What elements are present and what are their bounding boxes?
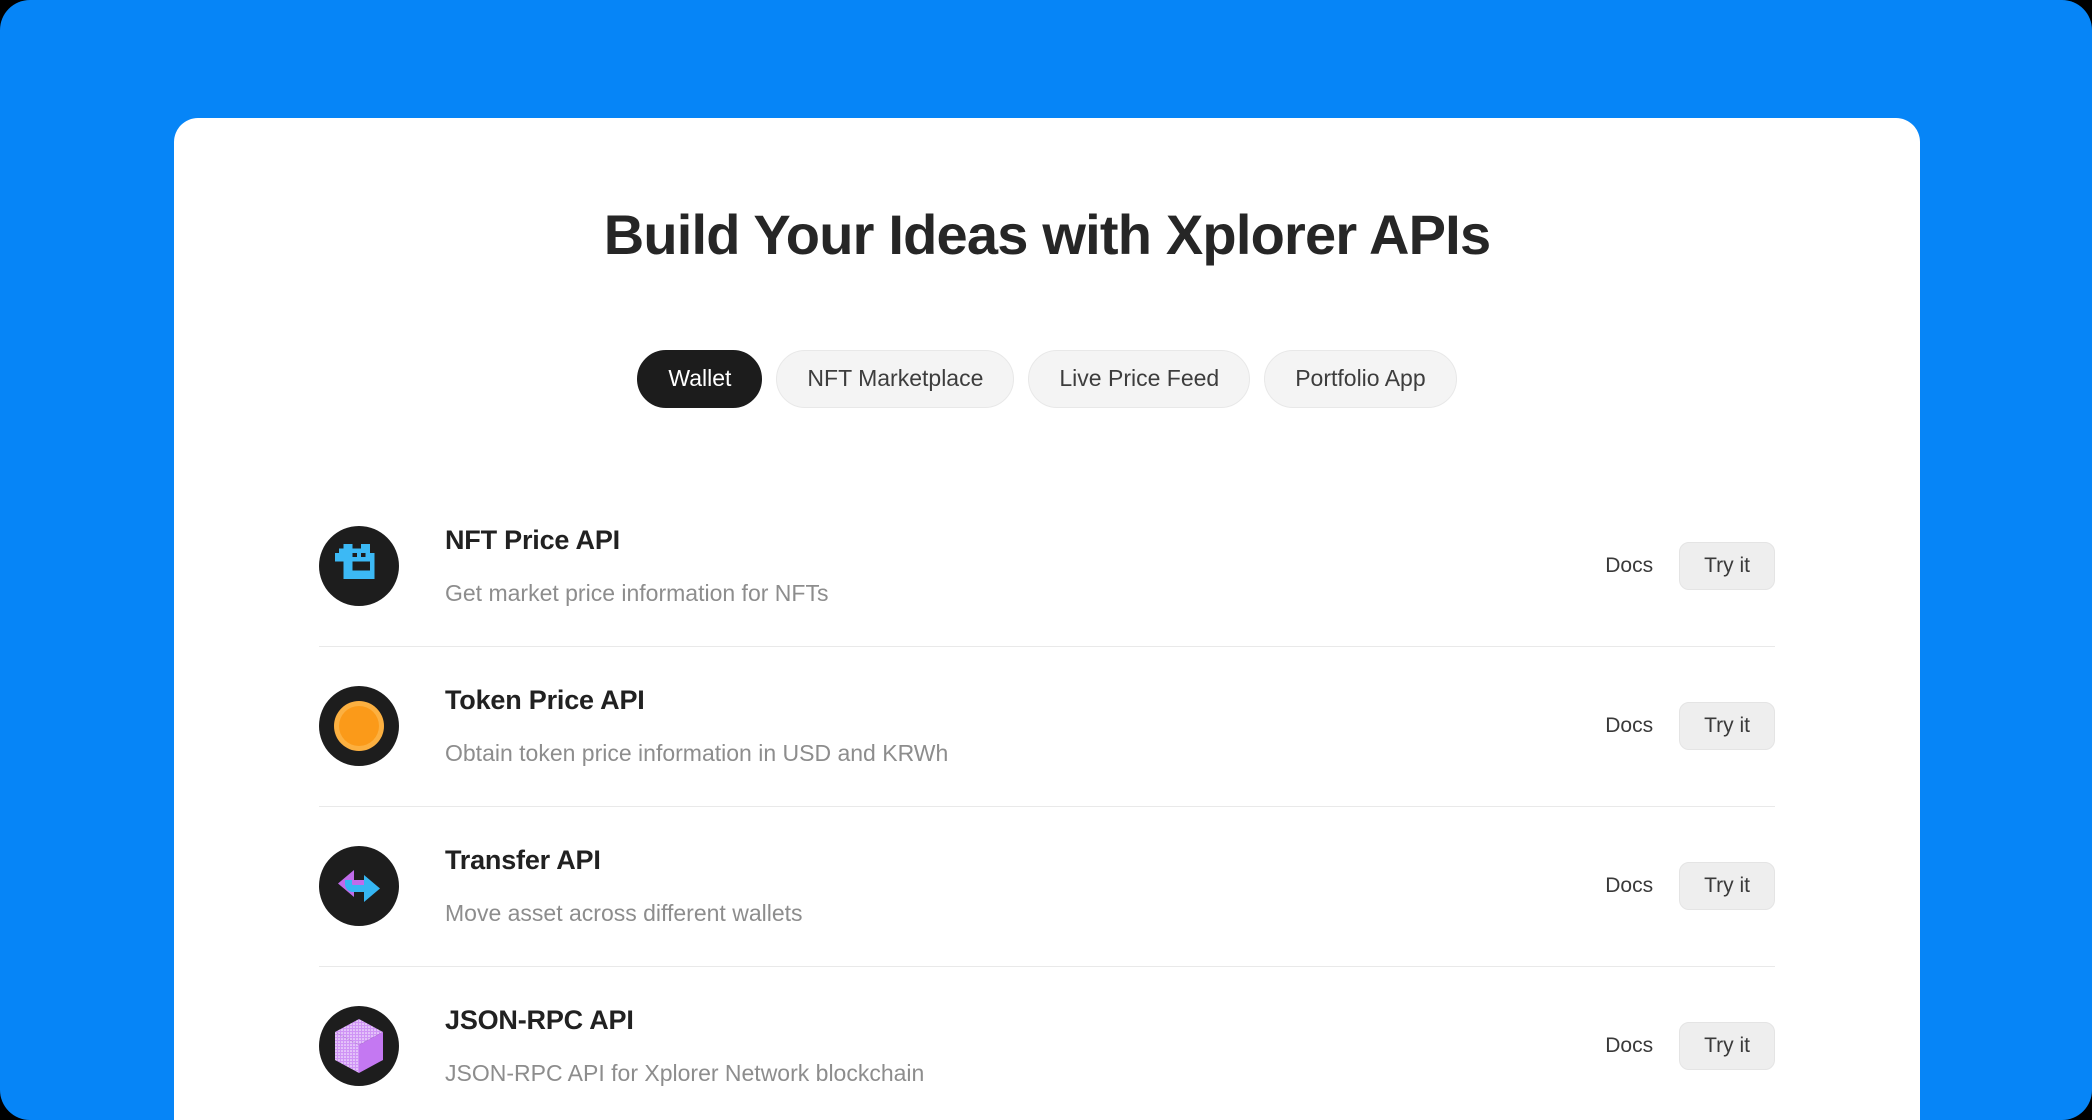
purple-cube-icon (319, 1005, 399, 1086)
try-it-button[interactable]: Try it (1679, 861, 1775, 910)
docs-link[interactable]: Docs (1605, 714, 1653, 738)
api-list: NFT Price API Get market price informati… (319, 486, 1775, 1120)
api-description: Get market price information for NFTs (445, 579, 829, 606)
api-actions: Docs Try it (1605, 541, 1775, 590)
api-text-block: JSON-RPC API JSON-RPC API for Xplorer Ne… (445, 1005, 1605, 1087)
docs-link[interactable]: Docs (1605, 1034, 1653, 1058)
api-list-item[interactable]: Token Price API Obtain token price infor… (319, 645, 1775, 806)
main-card: Build Your Ideas with Xplorer APIs Walle… (174, 118, 1920, 1120)
page-background: Build Your Ideas with Xplorer APIs Walle… (0, 0, 2092, 1120)
try-it-button[interactable]: Try it (1679, 541, 1775, 590)
tab-nft-marketplace[interactable]: NFT Marketplace (776, 349, 1015, 408)
api-description: JSON-RPC API for Xplorer Network blockch… (445, 1059, 925, 1086)
orange-token-circle-icon (319, 685, 399, 766)
api-text-block: Transfer API Move asset across different… (445, 845, 1605, 927)
api-list-item[interactable]: NFT Price API Get market price informati… (319, 486, 1775, 646)
try-it-button[interactable]: Try it (1679, 701, 1775, 750)
api-actions: Docs Try it (1605, 1021, 1775, 1070)
api-list-item[interactable]: Transfer API Move asset across different… (319, 805, 1775, 966)
page-title: Build Your Ideas with Xplorer APIs (603, 203, 1491, 266)
tab-portfolio-app[interactable]: Portfolio App (1264, 349, 1457, 408)
api-name: NFT Price API (445, 524, 620, 555)
usecase-tab-group: Wallet NFT Marketplace Live Price Feed P… (174, 349, 1920, 408)
tab-wallet-label: Wallet (668, 365, 732, 392)
tab-live-price-feed-label: Live Price Feed (1059, 365, 1220, 392)
api-name: JSON-RPC API (445, 1004, 634, 1035)
api-name: Transfer API (445, 844, 601, 875)
api-actions: Docs Try it (1605, 861, 1775, 910)
tab-nft-marketplace-label: NFT Marketplace (807, 365, 984, 392)
docs-link[interactable]: Docs (1605, 554, 1653, 578)
api-text-block: Token Price API Obtain token price infor… (445, 685, 1605, 767)
api-text-block: NFT Price API Get market price informati… (445, 525, 1605, 607)
tab-portfolio-app-label: Portfolio App (1295, 365, 1426, 392)
transfer-arrows-icon (319, 845, 399, 926)
tab-wallet[interactable]: Wallet (637, 349, 763, 408)
api-list-item[interactable]: JSON-RPC API JSON-RPC API for Xplorer Ne… (319, 965, 1775, 1120)
api-actions: Docs Try it (1605, 701, 1775, 750)
tab-live-price-feed[interactable]: Live Price Feed (1028, 349, 1251, 408)
api-description: Move asset across different wallets (445, 899, 803, 926)
api-name: Token Price API (445, 684, 645, 715)
docs-link[interactable]: Docs (1605, 874, 1653, 898)
pixel-punk-head-icon (319, 525, 399, 606)
try-it-button[interactable]: Try it (1679, 1021, 1775, 1070)
api-description: Obtain token price information in USD an… (445, 739, 949, 766)
